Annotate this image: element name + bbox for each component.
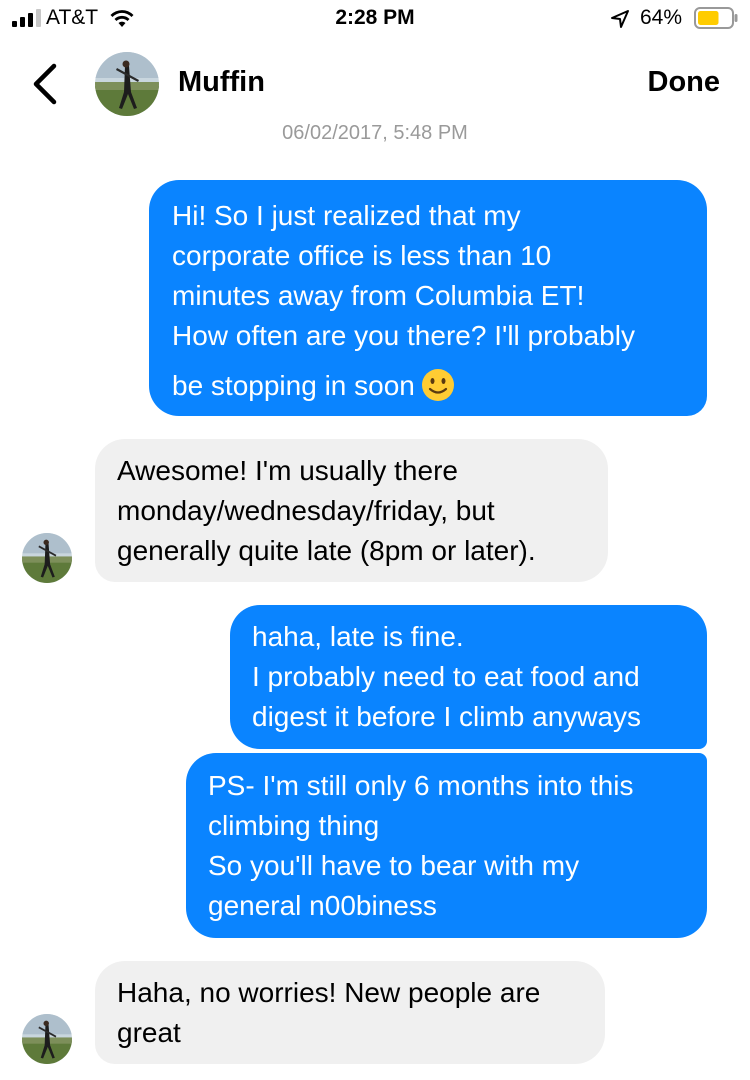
message-line: general n00biness [208,890,437,921]
message-line: So you'll have to bear with my [208,850,580,881]
contact-avatar[interactable] [22,533,72,583]
message-line: climbing thing [208,810,380,841]
message-line: digest it before I climb anyways [252,701,642,732]
message-line: Hi! So I just realized that my [172,200,521,231]
contact-name[interactable]: Muffin [178,66,265,99]
message-line: be stopping in soon [172,370,415,401]
conversation-timestamp: 06/02/2017, 5:48 PM [282,122,468,144]
status-bar: AT&T 2:28 PM 64% [0,0,750,40]
battery-percent: 64% [640,6,683,29]
message-line: corporate office is less than 10 [172,240,552,271]
incoming-message[interactable]: Awesome! I'm usually there monday/wednes… [95,439,608,582]
outgoing-message[interactable]: PS- I'm still only 6 months into this cl… [186,753,707,938]
message-line: PS- I'm still only 6 months into this [208,770,634,801]
message-line: How often are you there? I'll probably [172,320,635,351]
status-time: 2:28 PM [335,6,415,29]
location-arrow-icon [611,10,629,28]
done-button[interactable]: Done [648,66,721,99]
chevron-left-icon[interactable] [30,62,60,106]
message-line: Awesome! I'm usually there [117,455,458,486]
outgoing-message[interactable]: haha, late is fine. I probably need to e… [230,605,707,749]
message-line: Haha, no worries! New people are [117,977,541,1008]
message-line: great [117,1017,181,1048]
contact-avatar[interactable] [95,52,159,116]
battery-icon [694,7,738,29]
slightly-smiling-face-icon [421,369,454,401]
message-line: haha, late is fine. [252,621,464,652]
contact-avatar[interactable] [22,1014,72,1064]
message-line-with-emoji: be stopping in soon [172,366,685,406]
message-line: monday/wednesday/friday, but [117,495,495,526]
message-line: generally quite late (8pm or later). [117,535,536,566]
message-line: minutes away from Columbia ET! [172,280,585,311]
incoming-message[interactable]: Haha, no worries! New people are great [95,961,605,1064]
outgoing-message[interactable]: Hi! So I just realized that my corporate… [149,180,707,416]
message-line: I probably need to eat food and [252,661,640,692]
conversation-header: Muffin Done [0,44,750,124]
